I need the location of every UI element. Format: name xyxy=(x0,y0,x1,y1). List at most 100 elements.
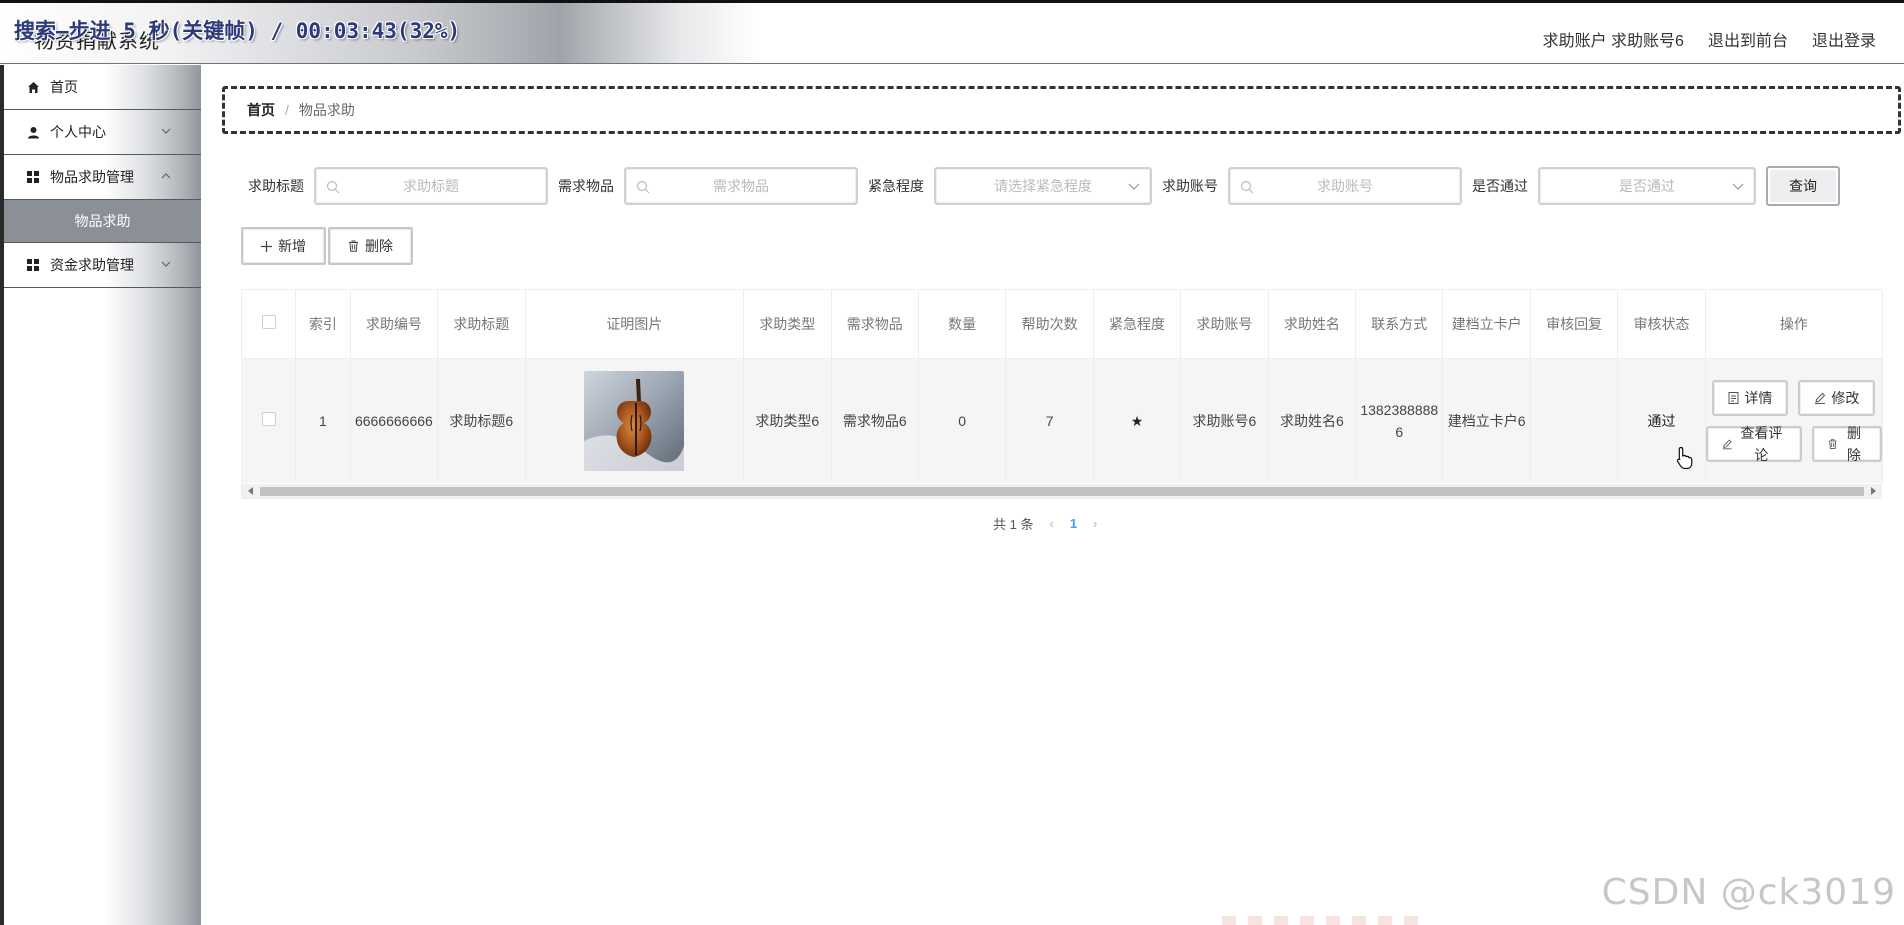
cell-help-count: 7 xyxy=(1005,358,1094,483)
title-label: 求助标题 xyxy=(248,178,304,194)
column-header: 审核回复 xyxy=(1530,290,1619,359)
edit-button[interactable]: 修改 xyxy=(1798,379,1876,416)
column-header: 求助姓名 xyxy=(1268,290,1357,359)
grid-icon xyxy=(26,258,40,272)
delete-label: 删除 xyxy=(365,238,393,254)
prev-page-icon[interactable]: ‹ xyxy=(1049,516,1053,531)
row-delete-label: 删除 xyxy=(1846,424,1861,463)
row-checkbox[interactable] xyxy=(261,411,276,426)
breadcrumb-home[interactable]: 首页 xyxy=(247,100,275,120)
urgency-select[interactable]: 请选择紧急程度 xyxy=(934,167,1152,205)
column-header: 求助账号 xyxy=(1180,290,1269,359)
breadcrumb: 首页 / 物品求助 xyxy=(222,86,1901,134)
trash-icon xyxy=(1828,439,1837,449)
cell-item: 需求物品6 xyxy=(831,358,919,483)
exit-to-front-link[interactable]: 退出到前台 xyxy=(1708,27,1788,51)
plus-icon xyxy=(261,240,272,252)
action-toolbar: 新增 删除 xyxy=(241,227,413,265)
title-search-input[interactable]: 求助标题 xyxy=(314,167,548,205)
grid-icon xyxy=(26,170,40,184)
pagination: 共 1 条 ‹ 1 › xyxy=(993,514,1097,533)
sidebar-label-home: 首页 xyxy=(50,79,78,95)
logout-link[interactable]: 退出登录 xyxy=(1812,27,1876,51)
scroll-left-icon[interactable] xyxy=(247,487,255,495)
sidebar-item-home[interactable]: 首页 xyxy=(4,65,201,110)
cell-photo xyxy=(525,358,745,483)
cell-reply xyxy=(1530,358,1619,483)
total-count: 共 1 条 xyxy=(993,517,1034,532)
cell-index: 1 xyxy=(295,358,351,483)
cell-name: 求助姓名6 xyxy=(1268,358,1357,483)
search-icon xyxy=(636,180,650,194)
table-row: 1 6666666666 求助标题6 求助类型6 需求物品6 0 7 ★ 求助账… xyxy=(242,358,1884,483)
row-delete-button[interactable]: 删除 xyxy=(1811,425,1882,463)
cell-type: 求助类型6 xyxy=(743,358,832,483)
item-placeholder: 需求物品 xyxy=(713,178,769,194)
document-icon xyxy=(1728,391,1739,404)
pass-label: 是否通过 xyxy=(1472,178,1528,194)
next-page-icon[interactable]: › xyxy=(1093,516,1097,531)
select-all-cell xyxy=(242,290,297,359)
violin-image xyxy=(584,370,685,471)
edit-icon xyxy=(1722,439,1732,449)
cell-urgency: ★ xyxy=(1093,358,1182,483)
page-number[interactable]: 1 xyxy=(1070,516,1077,531)
item-label: 需求物品 xyxy=(558,178,614,194)
column-header: 数量 xyxy=(918,290,1007,359)
breadcrumb-current: 物品求助 xyxy=(298,102,355,118)
batch-delete-button[interactable]: 删除 xyxy=(328,227,413,265)
user-info[interactable]: 求助账户 求助账号6 xyxy=(1543,27,1684,51)
trash-icon xyxy=(349,240,358,252)
cell-title: 求助标题6 xyxy=(437,358,526,483)
hand-cursor-icon xyxy=(1676,446,1693,470)
top-header: 物资捐献系统 搜索—步进 5 秒(关键帧) / 00:03:43(32%) 求助… xyxy=(0,0,1904,64)
column-header: 求助编号 xyxy=(350,290,439,359)
select-all-checkbox[interactable] xyxy=(261,314,276,329)
edit-label: 修改 xyxy=(1831,389,1860,406)
account-placeholder: 求助账号 xyxy=(1317,178,1373,194)
pass-select[interactable]: 是否通过 xyxy=(1538,167,1756,205)
data-table: 索引 求助编号 求助标题 证明图片 求助类型 需求物品 数量 帮助次数 紧急程度… xyxy=(241,289,1884,499)
cell-phone: 13823888886 xyxy=(1355,358,1444,483)
detail-label: 详情 xyxy=(1744,389,1773,406)
add-button[interactable]: 新增 xyxy=(241,227,326,265)
column-header: 审核状态 xyxy=(1617,290,1706,359)
breadcrumb-separator: / xyxy=(285,102,289,118)
column-header: 操作 xyxy=(1705,290,1884,359)
query-button[interactable]: 查询 xyxy=(1766,166,1840,206)
item-search-input[interactable]: 需求物品 xyxy=(624,167,858,205)
chevron-down-icon xyxy=(161,261,171,267)
header-nav: 求助账户 求助账号6 退出到前台 退出登录 xyxy=(1543,27,1876,51)
sidebar-item-goods-mgmt[interactable]: 物品求助管理 xyxy=(4,155,201,200)
pass-placeholder: 是否通过 xyxy=(1619,178,1675,194)
scroll-right-icon[interactable] xyxy=(1869,487,1877,495)
cell-card: 建档立卡户6 xyxy=(1442,358,1531,483)
chevron-down-icon xyxy=(161,128,171,134)
urgency-placeholder: 请选择紧急程度 xyxy=(994,178,1092,194)
home-icon xyxy=(26,80,40,94)
user-icon xyxy=(26,125,40,139)
column-header: 建档立卡户 xyxy=(1442,290,1531,359)
sidebar-label-fund-mgmt: 资金求助管理 xyxy=(50,257,134,273)
detail-button[interactable]: 详情 xyxy=(1712,379,1789,416)
search-icon xyxy=(326,180,340,194)
sidebar-item-fund-mgmt[interactable]: 资金求助管理 xyxy=(4,243,201,288)
chevron-down-icon xyxy=(1732,183,1744,190)
edit-icon xyxy=(1815,392,1826,404)
column-header: 索引 xyxy=(295,290,351,359)
chevron-down-icon xyxy=(1128,183,1140,190)
cell-qty: 0 xyxy=(918,358,1007,483)
scroll-thumb[interactable] xyxy=(260,487,1864,496)
search-icon xyxy=(1240,180,1254,194)
view-comments-button[interactable]: 查看评论 xyxy=(1705,425,1802,463)
column-header: 证明图片 xyxy=(525,290,745,359)
cell-code: 6666666666 xyxy=(350,358,439,483)
sidebar-item-personal[interactable]: 个人中心 xyxy=(4,110,201,155)
horizontal-scrollbar[interactable] xyxy=(242,484,1881,498)
proof-image[interactable] xyxy=(584,370,685,471)
account-label: 求助账号 xyxy=(1162,178,1218,194)
cell-account: 求助账号6 xyxy=(1180,358,1269,483)
account-search-input[interactable]: 求助账号 xyxy=(1228,167,1462,205)
sidebar-item-goods-help[interactable]: 物品求助 xyxy=(4,200,201,243)
column-header: 联系方式 xyxy=(1355,290,1444,359)
